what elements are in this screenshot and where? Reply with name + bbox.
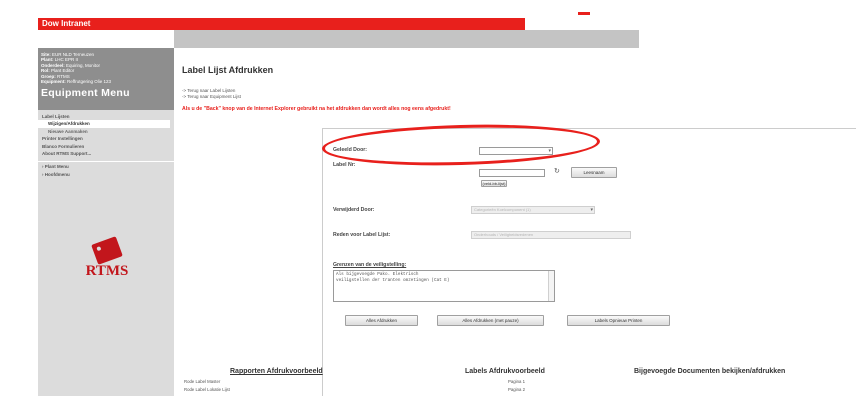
- bijgevoegde-documenten-heading: Bijgevoegde Documenten bekijken/afdrukke…: [634, 368, 786, 375]
- pagina-link-2[interactable]: Pagina 2: [508, 387, 525, 392]
- equipment-info: Site: EUR NLD Terneuzen Plant: LHC EPR I…: [38, 48, 174, 110]
- rapport-link-2[interactable]: Rode Label Lokatie Lijst: [184, 387, 230, 392]
- link-terug-label-lijsten[interactable]: -> Terug naar Label Lijsten: [182, 88, 235, 93]
- grenzen-label: Grenzen van de veiligstelling:: [333, 262, 407, 268]
- sidebar-item-label-lijsten[interactable]: Label Lijsten: [38, 113, 174, 120]
- scrollbar[interactable]: [548, 271, 554, 301]
- page-title: Label Lijst Afdrukken: [182, 65, 274, 75]
- logo-text: RTMS: [85, 263, 129, 279]
- label-nr-input[interactable]: [479, 169, 545, 177]
- alles-afdrukken-pauze-button[interactable]: Alles Afdrukken (met pauze): [437, 315, 544, 326]
- labels-afdrukvoorbeeld-heading: Labels Afdrukvoorbeeld: [465, 368, 545, 375]
- reden-input[interactable]: Onderhouds / Veiligheidsredenen: [471, 231, 631, 239]
- sidebar-item-blanco-formulieren[interactable]: Blanco Formulieren: [38, 143, 174, 150]
- info-equipment: Equipment: Reffrutgering Olie 123: [41, 79, 111, 85]
- rapporten-heading: Rapporten Afdrukvoorbeeld: [230, 368, 323, 375]
- content-header-bar: [174, 30, 639, 48]
- sidebar-item-about-rtms[interactable]: About RTMS Support...: [38, 150, 174, 157]
- sidebar-item-nieuwe-aanmaken[interactable]: Nieuwe Aanmaken: [38, 128, 174, 135]
- sidebar-item-hoofdmenu[interactable]: › Hoofdmenu: [38, 171, 174, 178]
- chevron-down-icon: ▾: [590, 207, 593, 213]
- pagina-link-1[interactable]: Pagina 1: [508, 379, 525, 384]
- sidebar-item-plant-menu[interactable]: › Plant Menu: [38, 161, 174, 170]
- sidebar-item-wijzigen-afdrukken[interactable]: Wijzigen/Afdrukken: [38, 120, 170, 128]
- rapport-link-1[interactable]: Rode Label Master: [184, 379, 220, 384]
- reden-label: Reden voor Label Lijst:: [333, 232, 391, 238]
- tag-icon: [91, 236, 123, 265]
- back-button-warning: Als u de "Back" knop van de Internet Exp…: [182, 106, 451, 112]
- brand-title[interactable]: Dow Intranet: [42, 19, 90, 28]
- rtms-logo: RTMS: [82, 236, 132, 286]
- header-accent: [578, 12, 590, 15]
- grenzen-textarea[interactable]: Als bijgevoegde Pako. Elektrisch veiligs…: [333, 270, 555, 302]
- sidebar: Site: EUR NLD Terneuzen Plant: LHC EPR I…: [38, 48, 174, 396]
- top-header-bar: Dow Intranet: [38, 18, 525, 30]
- main-content: Label Lijst Afdrukken -> Terug naar Labe…: [174, 48, 856, 396]
- print-form: Geleeld Door: ▾ Label Nr: ↻ Leesnaam (ve…: [322, 128, 856, 396]
- veld-lijst-button[interactable]: (veld-bb-lijst): [481, 180, 507, 187]
- labels-opnieuw-printen-button[interactable]: Labels Opnieuw Printen: [567, 315, 670, 326]
- sidebar-menu: Label Lijsten Wijzigen/Afdrukken Nieuwe …: [38, 110, 174, 178]
- leesnaam-button[interactable]: Leesnaam: [571, 167, 617, 178]
- label-nr-label: Label Nr:: [333, 162, 356, 168]
- equipment-menu-title: Equipment Menu: [41, 87, 130, 100]
- sidebar-item-printer-instellingen[interactable]: Printer Instellingen: [38, 135, 174, 142]
- alles-afdrukken-button[interactable]: Alles Afdrukken: [345, 315, 418, 326]
- refresh-icon[interactable]: ↻: [554, 167, 560, 175]
- link-terug-equipment-lijst[interactable]: -> Terug naar Equipment Lijst: [182, 94, 241, 99]
- verwijderd-door-select[interactable]: Categorieën Koelcomponent (1) ▾: [471, 206, 595, 214]
- verwijderd-door-label: Verwijderd Door:: [333, 207, 375, 213]
